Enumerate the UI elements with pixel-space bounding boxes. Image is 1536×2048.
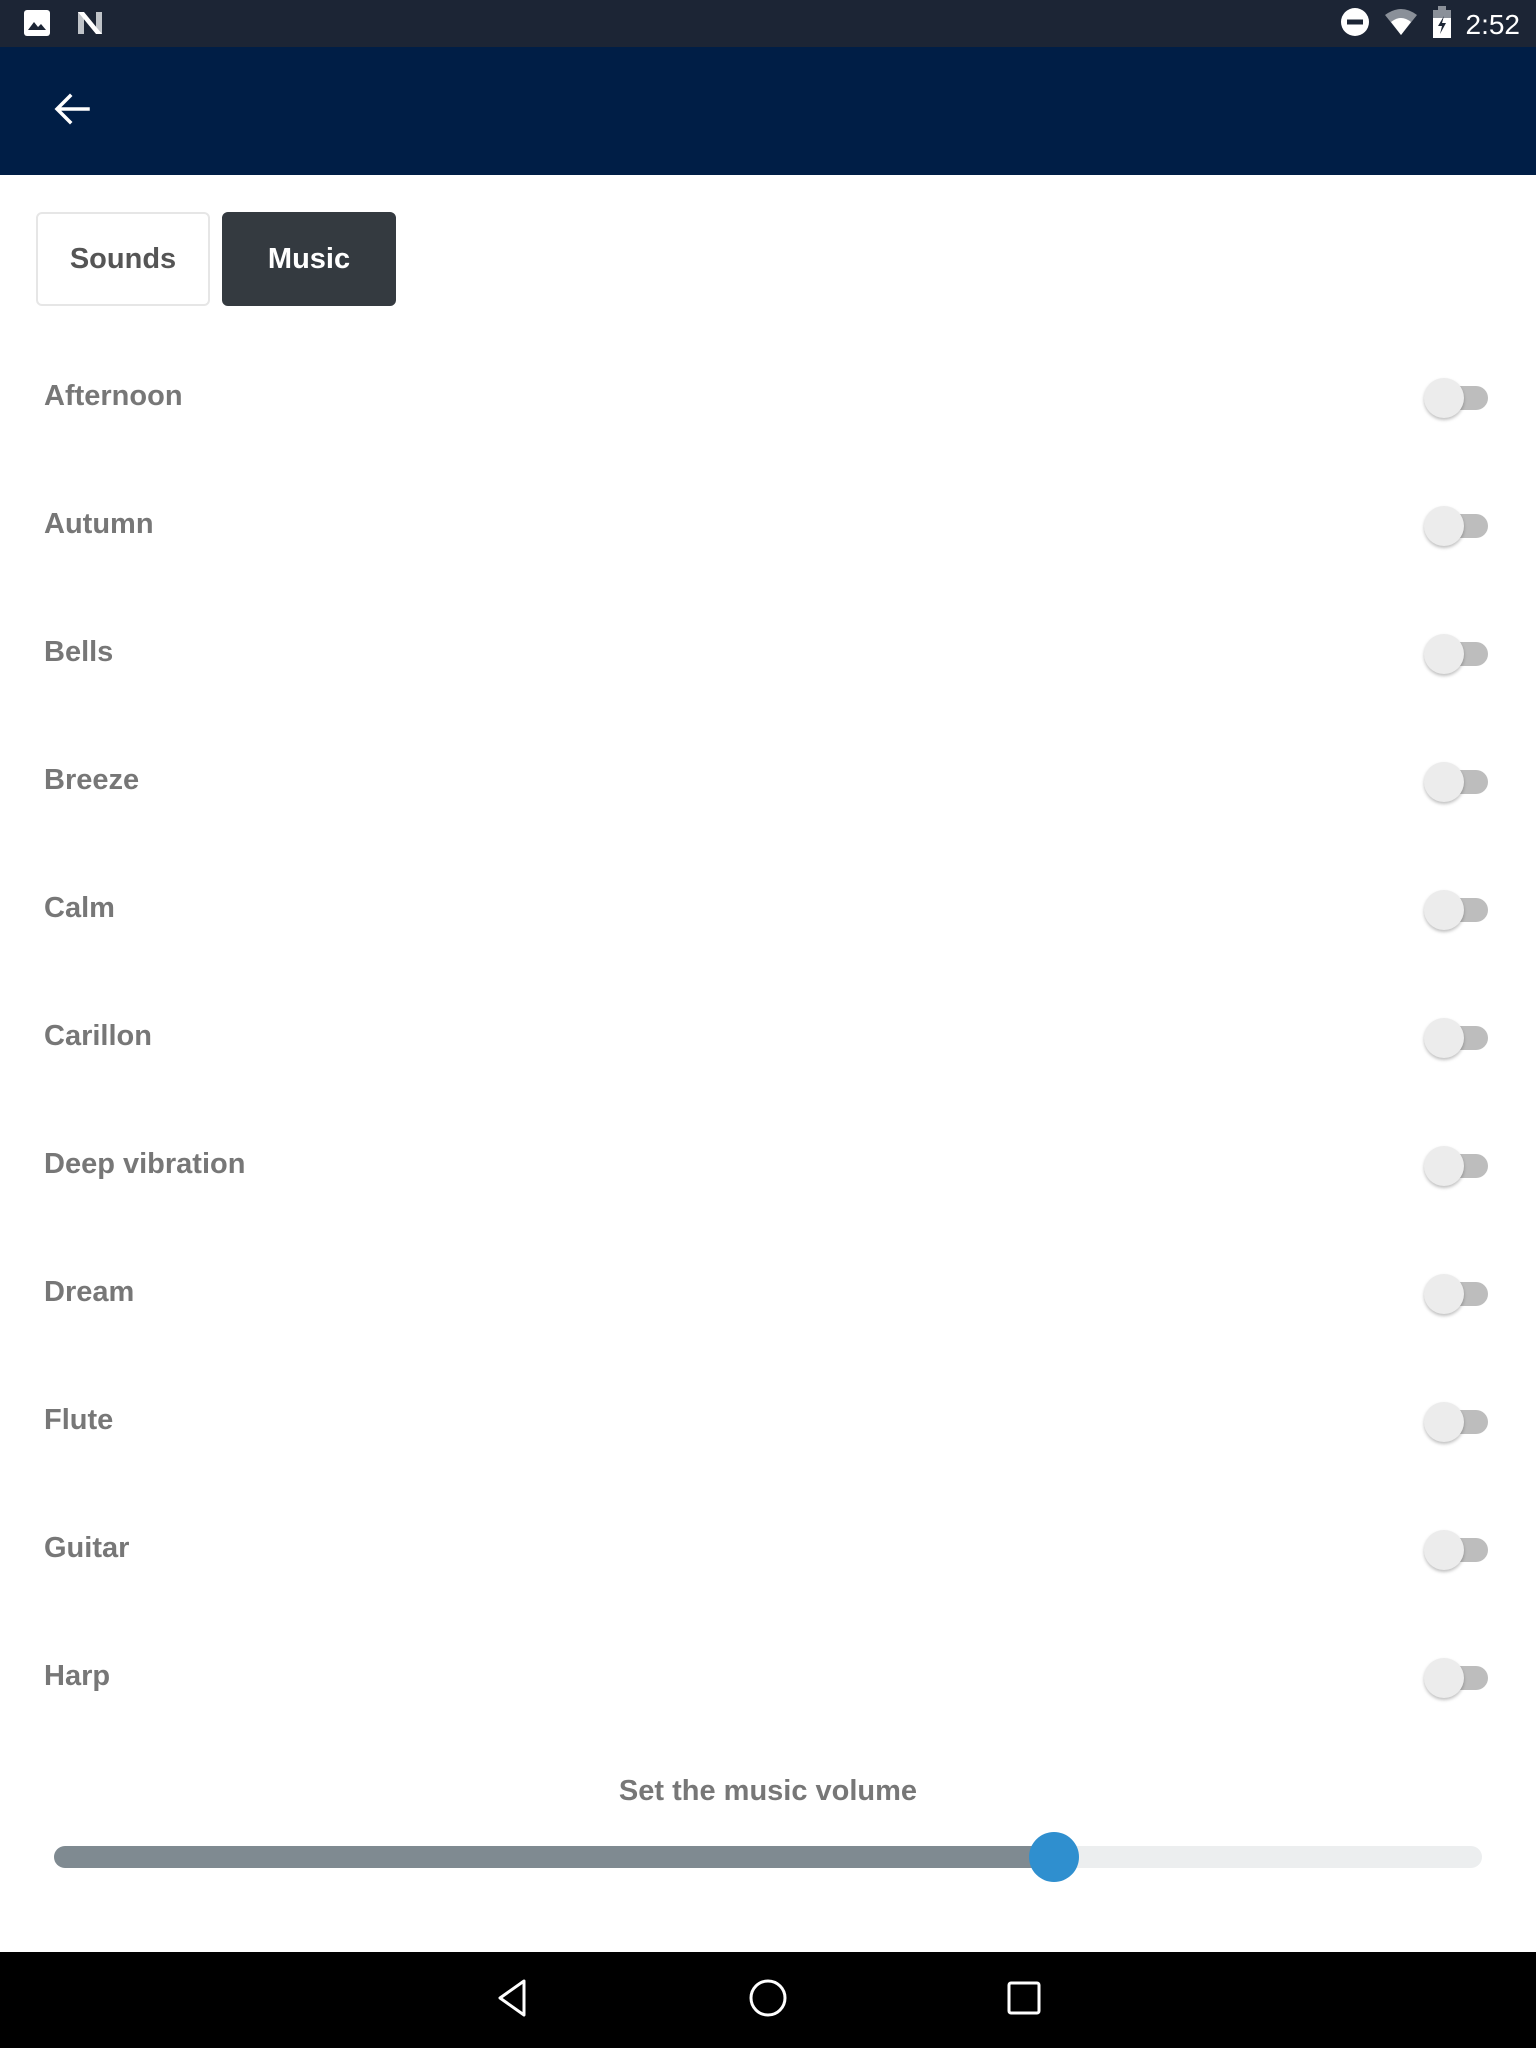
switch-thumb	[1424, 1146, 1464, 1186]
switch-thumb	[1424, 890, 1464, 930]
switch-thumb	[1424, 1402, 1464, 1442]
list-item[interactable]: Autumn	[0, 462, 1536, 590]
music-toggle-switch[interactable]	[1424, 378, 1490, 418]
music-volume-slider[interactable]	[54, 1832, 1482, 1882]
music-list: Afternoon Autumn Bells Breeze Calm Carillon De…	[0, 334, 1536, 1742]
list-item[interactable]: Breeze	[0, 718, 1536, 846]
list-item[interactable]: Bells	[0, 590, 1536, 718]
nav-home-button[interactable]	[738, 1970, 798, 2030]
music-item-label: Breeze	[44, 764, 140, 796]
switch-thumb	[1424, 378, 1464, 418]
image-icon	[24, 10, 50, 41]
switch-thumb	[1424, 1018, 1464, 1058]
clock: 2:52	[1465, 8, 1521, 40]
do-not-disturb-icon	[1340, 7, 1370, 42]
music-toggle-switch[interactable]	[1424, 1658, 1490, 1698]
music-item-label: Calm	[44, 892, 115, 924]
list-item[interactable]: Calm	[0, 846, 1536, 974]
volume-label: Set the music volume	[618, 1775, 918, 1807]
slider-fill	[54, 1846, 1054, 1868]
music-toggle-switch[interactable]	[1424, 1018, 1490, 1058]
music-item-label: Guitar	[44, 1532, 130, 1564]
navigation-bar	[0, 1952, 1536, 2048]
switch-thumb	[1424, 506, 1464, 546]
list-item[interactable]: Carillon	[0, 974, 1536, 1102]
list-item[interactable]: Dream	[0, 1230, 1536, 1358]
wifi-icon	[1384, 7, 1418, 42]
music-toggle-switch[interactable]	[1424, 1146, 1490, 1186]
n-logo-icon	[76, 10, 104, 41]
music-toggle-switch[interactable]	[1424, 890, 1490, 930]
music-toggle-switch[interactable]	[1424, 1402, 1490, 1442]
music-toggle-switch[interactable]	[1424, 762, 1490, 802]
switch-thumb	[1424, 1274, 1464, 1314]
music-toggle-switch[interactable]	[1424, 1530, 1490, 1570]
music-toggle-switch[interactable]	[1424, 634, 1490, 674]
status-bar: 2:52	[0, 0, 1536, 47]
music-item-label: Dream	[44, 1276, 135, 1308]
tab-music[interactable]: Music	[222, 212, 396, 306]
nav-recents-button[interactable]	[994, 1970, 1054, 2030]
tab-group: Sounds Music	[36, 212, 396, 306]
slider-thumb[interactable]	[1028, 1832, 1079, 1882]
app-bar	[0, 47, 1536, 175]
switch-thumb	[1424, 762, 1464, 802]
list-item[interactable]: Afternoon	[0, 334, 1536, 462]
music-item-label: Carillon	[44, 1020, 152, 1052]
nav-back-button[interactable]	[482, 1970, 542, 2030]
music-item-label: Bells	[44, 636, 114, 668]
battery-charging-icon	[1432, 6, 1452, 43]
music-item-label: Flute	[44, 1404, 114, 1436]
back-triangle-icon	[494, 1978, 530, 2023]
home-circle-icon	[748, 1978, 788, 2023]
back-button[interactable]	[40, 87, 104, 135]
list-item[interactable]: Flute	[0, 1358, 1536, 1486]
recents-square-icon	[1006, 1980, 1042, 2021]
list-item[interactable]: Deep vibration	[0, 1102, 1536, 1230]
music-item-label: Deep vibration	[44, 1148, 246, 1180]
music-toggle-switch[interactable]	[1424, 506, 1490, 546]
music-item-label: Harp	[44, 1660, 111, 1692]
music-item-label: Autumn	[44, 508, 154, 540]
tab-sounds[interactable]: Sounds	[36, 212, 210, 306]
switch-thumb	[1424, 634, 1464, 674]
arrow-left-icon	[54, 93, 90, 130]
switch-thumb	[1424, 1658, 1464, 1698]
list-item[interactable]: Harp	[0, 1614, 1536, 1742]
list-item[interactable]: Guitar	[0, 1486, 1536, 1614]
switch-thumb	[1424, 1530, 1464, 1570]
music-item-label: Afternoon	[44, 380, 183, 412]
music-toggle-switch[interactable]	[1424, 1274, 1490, 1314]
